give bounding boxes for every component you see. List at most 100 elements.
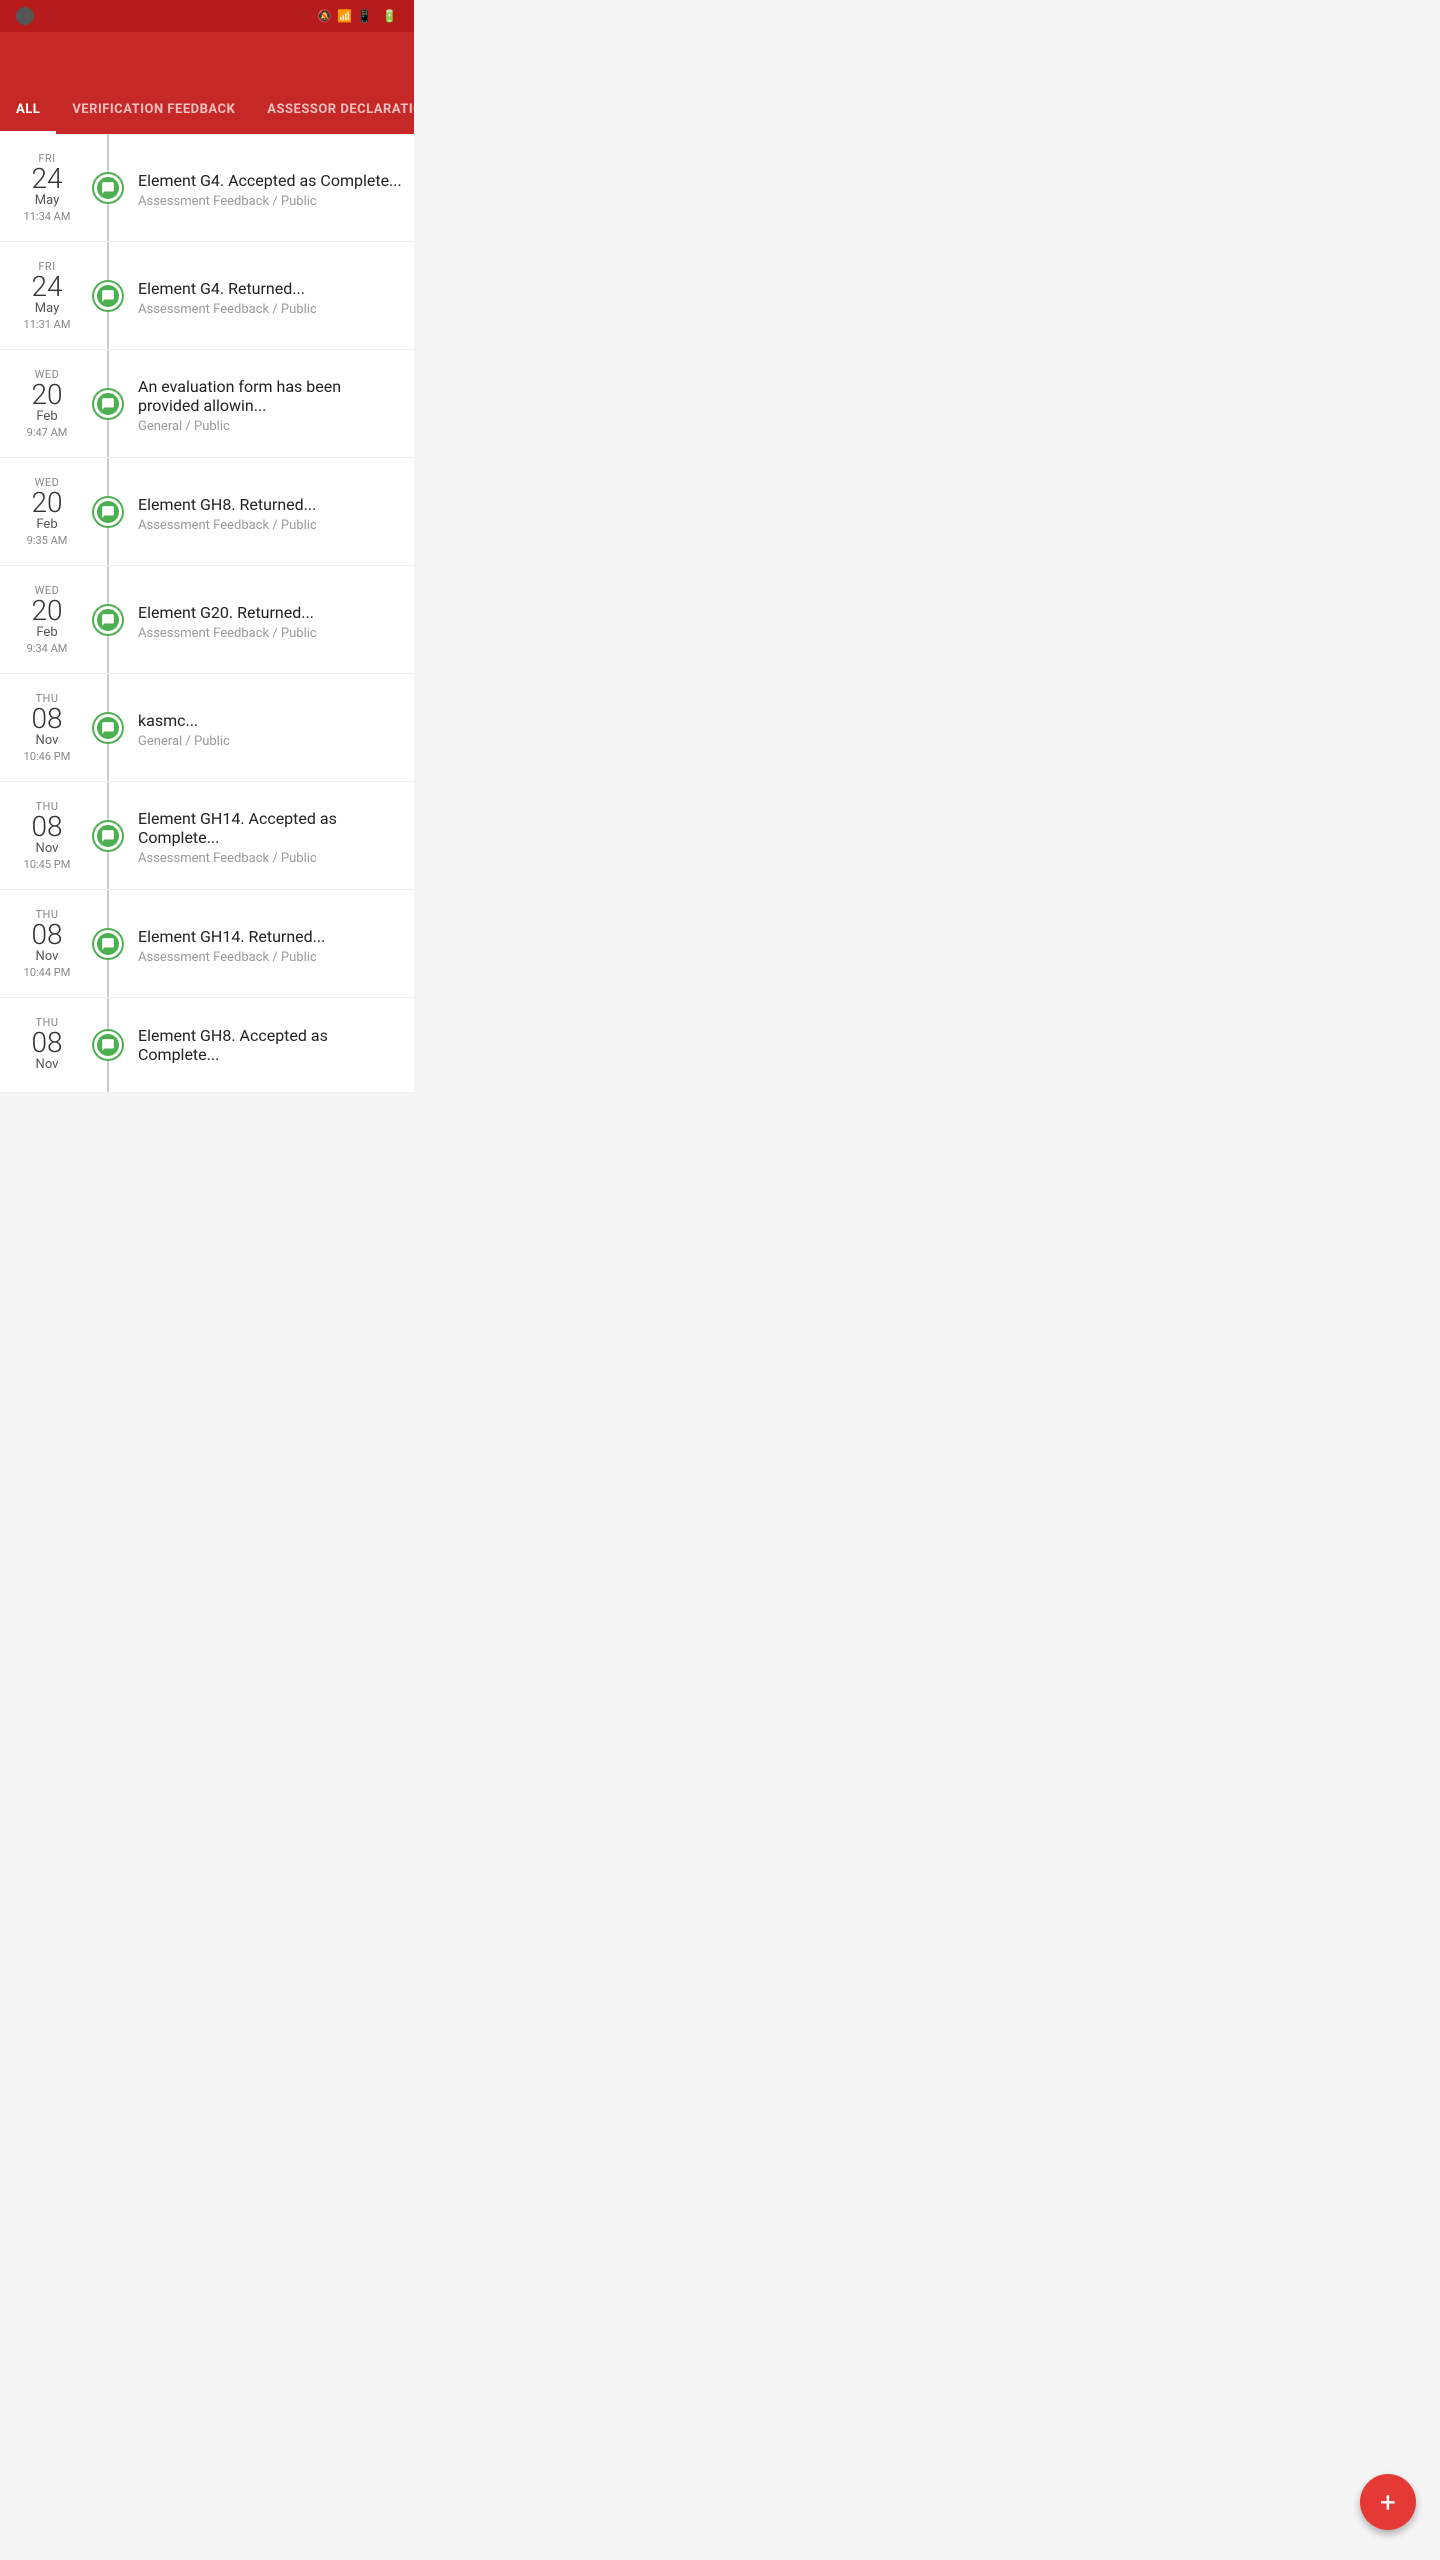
day-number: 08: [31, 921, 62, 949]
entry-subtitle: Assessment Feedback / Public: [138, 626, 402, 641]
day-number: 24: [31, 165, 62, 193]
entry-content: An evaluation form has been provided all…: [126, 350, 414, 457]
time: 10:46 PM: [24, 750, 71, 763]
timeline-dot: [94, 174, 122, 202]
timeline-entry[interactable]: THU 08 Nov Element GH8. Accepted as Comp…: [0, 998, 414, 1093]
more-button[interactable]: [386, 54, 398, 66]
tab-bar: ALLVERIFICATION FEEDBACKASSESSOR DECLARA…: [0, 88, 414, 134]
tab-verification[interactable]: VERIFICATION FEEDBACK: [56, 88, 251, 134]
tab-assessor[interactable]: ASSESSOR DECLARATION: [251, 88, 414, 134]
date-col: WED 20 Feb 9:47 AM: [0, 350, 90, 457]
time: 9:47 AM: [27, 426, 68, 439]
month: May: [35, 193, 59, 208]
battery-icon: 🔋: [382, 9, 397, 23]
entry-content: Element GH14. Returned... Assessment Fee…: [126, 890, 414, 997]
entry-title: Element GH14. Accepted as Complete...: [138, 809, 402, 847]
month: Nov: [36, 841, 59, 856]
back-button[interactable]: [16, 54, 28, 66]
month: Feb: [36, 625, 57, 640]
mute-icon: 🔕: [317, 9, 332, 23]
timeline-entry[interactable]: THU 08 Nov 10:44 PM Element GH14. Return…: [0, 890, 414, 998]
date-col: THU 08 Nov 10:46 PM: [0, 674, 90, 781]
entry-subtitle: Assessment Feedback / Public: [138, 194, 402, 209]
timeline-line: [90, 242, 126, 349]
entry-title: Element G4. Returned...: [138, 279, 402, 298]
month: Nov: [36, 949, 59, 964]
entry-title: An evaluation form has been provided all…: [138, 377, 402, 415]
timeline-dot: [94, 498, 122, 526]
day-number: 20: [31, 489, 62, 517]
add-button[interactable]: +: [1360, 2474, 1416, 2530]
entry-content: Element GH14. Accepted as Complete... As…: [126, 782, 414, 889]
date-col: THU 08 Nov: [0, 998, 90, 1092]
entry-title: Element G20. Returned...: [138, 603, 402, 622]
time: 9:34 AM: [27, 642, 68, 655]
wifi-icon: 📶: [337, 9, 352, 23]
entry-subtitle: General / Public: [138, 734, 402, 749]
month: Feb: [36, 409, 57, 424]
timeline-entry[interactable]: WED 20 Feb 9:34 AM Element G20. Returned…: [0, 566, 414, 674]
timeline-list: FRI 24 May 11:34 AM Element G4. Accepted…: [0, 134, 414, 1093]
search-button[interactable]: [330, 54, 342, 66]
date-col: THU 08 Nov 10:45 PM: [0, 782, 90, 889]
entry-subtitle: Assessment Feedback / Public: [138, 518, 402, 533]
entry-subtitle: Assessment Feedback / Public: [138, 950, 402, 965]
timeline-line: [90, 134, 126, 241]
timeline-entry[interactable]: THU 08 Nov 10:45 PM Element GH14. Accept…: [0, 782, 414, 890]
entry-content: Element G4. Returned... Assessment Feedb…: [126, 242, 414, 349]
notification-badge: [16, 7, 34, 25]
day-number: 08: [31, 813, 62, 841]
time: 9:35 AM: [27, 534, 68, 547]
timeline-dot: [94, 822, 122, 850]
timeline-dot: [94, 390, 122, 418]
date-col: FRI 24 May 11:34 AM: [0, 134, 90, 241]
timeline-dot: [94, 606, 122, 634]
entry-content: kasmc... General / Public: [126, 674, 414, 781]
add-icon: +: [1380, 2486, 1396, 2519]
entry-title: Element GH8. Accepted as Complete...: [138, 1026, 402, 1064]
timeline-entry[interactable]: WED 20 Feb 9:47 AM An evaluation form ha…: [0, 350, 414, 458]
timeline-line: [90, 782, 126, 889]
month: Feb: [36, 517, 57, 532]
month: Nov: [36, 733, 59, 748]
signal-icon: 📱: [357, 9, 372, 23]
entry-subtitle: General / Public: [138, 419, 402, 434]
entry-title: Element GH14. Returned...: [138, 927, 402, 946]
month: May: [35, 301, 59, 316]
time: 10:44 PM: [24, 966, 71, 979]
tab-all[interactable]: ALL: [0, 88, 56, 134]
date-col: FRI 24 May 11:31 AM: [0, 242, 90, 349]
day-number: 08: [31, 1029, 62, 1057]
day-number: 20: [31, 381, 62, 409]
timeline-entry[interactable]: WED 20 Feb 9:35 AM Element GH8. Returned…: [0, 458, 414, 566]
time: 10:45 PM: [24, 858, 71, 871]
entry-subtitle: Assessment Feedback / Public: [138, 851, 402, 866]
timeline-entry[interactable]: THU 08 Nov 10:46 PM kasmc... General / P…: [0, 674, 414, 782]
help-button[interactable]: [358, 54, 370, 66]
app-bar: [0, 32, 414, 88]
timeline-entry[interactable]: FRI 24 May 11:31 AM Element G4. Returned…: [0, 242, 414, 350]
day-number: 24: [31, 273, 62, 301]
status-bar: 🔕 📶 📱 🔋: [0, 0, 414, 32]
timeline-dot: [94, 282, 122, 310]
time: 11:31 AM: [24, 318, 71, 331]
timeline-entry[interactable]: FRI 24 May 11:34 AM Element G4. Accepted…: [0, 134, 414, 242]
entry-title: Element G4. Accepted as Complete...: [138, 171, 402, 190]
time: 11:34 AM: [24, 210, 71, 223]
entry-content: Element GH8. Returned... Assessment Feed…: [126, 458, 414, 565]
month: Nov: [36, 1057, 59, 1072]
timeline-line: [90, 674, 126, 781]
date-col: THU 08 Nov 10:44 PM: [0, 890, 90, 997]
entry-content: Element G4. Accepted as Complete... Asse…: [126, 134, 414, 241]
entry-title: Element GH8. Returned...: [138, 495, 402, 514]
entry-content: Element G20. Returned... Assessment Feed…: [126, 566, 414, 673]
timeline-line: [90, 458, 126, 565]
date-col: WED 20 Feb 9:34 AM: [0, 566, 90, 673]
status-icons: 🔕 📶 📱 🔋: [317, 9, 402, 23]
day-number: 20: [31, 597, 62, 625]
timeline-dot: [94, 930, 122, 958]
timeline-line: [90, 350, 126, 457]
entry-content: Element GH8. Accepted as Complete...: [126, 998, 414, 1092]
day-number: 08: [31, 705, 62, 733]
timeline-line: [90, 566, 126, 673]
